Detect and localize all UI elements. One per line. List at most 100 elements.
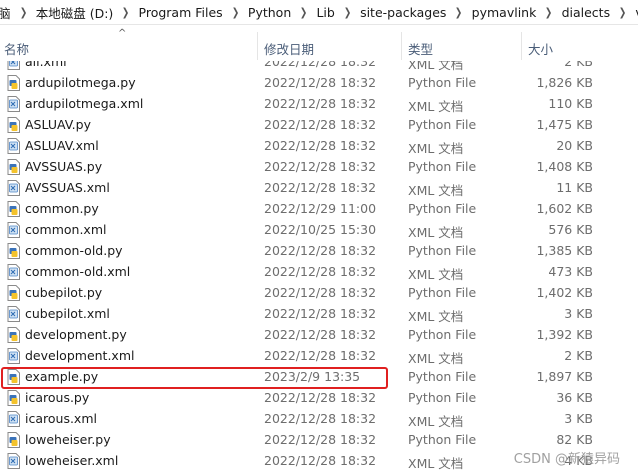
file-row[interactable]: example.py 2023/2/9 13:35 Python File 1,897… xyxy=(0,367,638,388)
xml-file-icon xyxy=(7,411,20,427)
file-date: 2022/12/29 11:00 xyxy=(264,201,377,216)
file-name: example.py xyxy=(25,369,99,384)
file-row[interactable]: ardupilotmega.py 2022/12/28 18:32 Python F… xyxy=(0,73,638,94)
xml-file-icon xyxy=(7,264,20,280)
file-name: icarous.xml xyxy=(25,411,97,426)
file-name: ASLUAV.py xyxy=(25,117,91,132)
breadcrumb-item[interactable]: 本地磁盘 (D:) xyxy=(30,3,120,22)
python-file-icon xyxy=(7,369,20,385)
breadcrumb-item[interactable]: site-packages xyxy=(354,5,452,20)
breadcrumb-item[interactable]: Python xyxy=(242,5,297,20)
file-row[interactable]: ASLUAV.xml 2022/12/28 18:32 XML 文档 20 KB xyxy=(0,136,638,157)
file-type: Python File xyxy=(408,75,477,90)
file-row[interactable]: development.py 2022/12/28 18:32 Python Fil… xyxy=(0,325,638,346)
column-divider[interactable] xyxy=(257,32,258,60)
file-size: 3 KB xyxy=(564,411,593,426)
column-name-header[interactable]: 名称 xyxy=(4,39,29,59)
file-date: 2022/12/28 18:32 xyxy=(264,348,377,363)
file-size: 576 KB xyxy=(548,222,593,237)
file-date: 2022/12/28 18:32 xyxy=(264,96,377,111)
file-row[interactable]: development.xml 2022/12/28 18:32 XML 文档 2 K… xyxy=(0,346,638,367)
sort-ascending-icon: ^ xyxy=(118,28,127,39)
column-header: 名称 修改日期 类型 大小 xyxy=(0,32,638,61)
file-size: 20 KB xyxy=(556,138,593,153)
python-file-icon xyxy=(7,159,20,175)
breadcrumb-item[interactable]: v20 xyxy=(629,5,638,20)
file-size: 1,826 KB xyxy=(536,75,593,90)
breadcrumb-item[interactable]: Program Files xyxy=(133,5,229,20)
file-row[interactable]: ASLUAV.py 2022/12/28 18:32 Python File 1,47… xyxy=(0,115,638,136)
file-row[interactable]: AVSSUAS.xml 2022/12/28 18:32 XML 文档 11 KB xyxy=(0,178,638,199)
file-date: 2022/12/28 18:32 xyxy=(264,180,377,195)
xml-file-icon xyxy=(7,306,20,322)
breadcrumb-item[interactable]: dialects xyxy=(556,5,617,20)
file-size: 473 KB xyxy=(548,264,593,279)
file-date: 2022/12/28 18:32 xyxy=(264,117,377,132)
file-size: 1,602 KB xyxy=(536,201,593,216)
chevron-right-icon[interactable]: ❯ xyxy=(544,6,555,19)
file-date: 2022/12/28 18:32 xyxy=(264,390,377,405)
file-date: 2022/12/28 18:32 xyxy=(264,285,377,300)
file-size: 1,392 KB xyxy=(536,327,593,342)
breadcrumb-item[interactable]: Lib xyxy=(310,5,340,20)
file-type: XML 文档 xyxy=(408,225,464,240)
file-date: 2023/2/9 13:35 xyxy=(264,369,361,384)
xml-file-icon xyxy=(7,138,20,154)
chevron-right-icon[interactable]: ❯ xyxy=(121,6,132,19)
chevron-right-icon[interactable]: ❯ xyxy=(299,6,310,19)
file-type: XML 文档 xyxy=(408,141,464,156)
chevron-right-icon[interactable]: ❯ xyxy=(617,6,628,19)
file-size: 1,402 KB xyxy=(536,285,593,300)
file-date: 2022/12/28 18:32 xyxy=(264,453,377,468)
xml-file-icon xyxy=(7,348,20,364)
file-row[interactable]: common-old.xml 2022/12/28 18:32 XML 文档 473 … xyxy=(0,262,638,283)
file-name: common.xml xyxy=(25,222,107,237)
file-name: cubepilot.py xyxy=(25,285,103,300)
chevron-right-icon[interactable]: ❯ xyxy=(230,6,241,19)
file-date: 2022/10/25 15:30 xyxy=(264,222,377,237)
file-row[interactable]: icarous.py 2022/12/28 18:32 Python File 36 … xyxy=(0,388,638,409)
xml-file-icon xyxy=(7,96,20,112)
file-row[interactable]: AVSSUAS.py 2022/12/28 18:32 Python File 1,4… xyxy=(0,157,638,178)
file-name: loweheiser.xml xyxy=(25,453,119,468)
file-type: Python File xyxy=(408,285,477,300)
file-type: XML 文档 xyxy=(408,99,464,114)
python-file-icon xyxy=(7,285,20,301)
file-name: ASLUAV.xml xyxy=(25,138,99,153)
breadcrumb-item[interactable]: 脑 xyxy=(0,3,17,22)
file-date: 2022/12/28 18:32 xyxy=(264,159,377,174)
file-name: development.xml xyxy=(25,348,135,363)
file-type: Python File xyxy=(408,243,477,258)
chevron-right-icon[interactable]: ❯ xyxy=(342,6,353,19)
file-row[interactable]: common.xml 2022/10/25 15:30 XML 文档 576 KB xyxy=(0,220,638,241)
file-row[interactable]: icarous.xml 2022/12/28 18:32 XML 文档 3 KB xyxy=(0,409,638,430)
file-type: XML 文档 xyxy=(408,456,464,471)
column-divider[interactable] xyxy=(521,32,522,60)
file-size: 36 KB xyxy=(556,390,593,405)
column-type-header[interactable]: 类型 xyxy=(408,39,433,59)
chevron-right-icon[interactable]: ❯ xyxy=(454,6,465,19)
file-row[interactable]: cubepilot.py 2022/12/28 18:32 Python File 1… xyxy=(0,283,638,304)
file-name: AVSSUAS.py xyxy=(25,159,103,174)
file-name: common-old.xml xyxy=(25,264,131,279)
column-date-header[interactable]: 修改日期 xyxy=(264,39,314,59)
file-name: common-old.py xyxy=(25,243,123,258)
file-date: 2022/12/28 18:32 xyxy=(264,264,377,279)
file-row[interactable]: common.py 2022/12/29 11:00 Python File 1,60… xyxy=(0,199,638,220)
file-size: 3 KB xyxy=(564,306,593,321)
file-row[interactable]: ardupilotmega.xml 2022/12/28 18:32 XML 文档 1… xyxy=(0,94,638,115)
breadcrumb-item[interactable]: pymavlink xyxy=(466,5,543,20)
file-row[interactable]: cubepilot.xml 2022/12/28 18:32 XML 文档 3 KB xyxy=(0,304,638,325)
xml-file-icon xyxy=(7,453,20,469)
column-size-header[interactable]: 大小 xyxy=(528,39,553,59)
file-row[interactable]: common-old.py 2022/12/28 18:32 Python File… xyxy=(0,241,638,262)
column-divider[interactable] xyxy=(401,32,402,60)
python-file-icon xyxy=(7,243,20,259)
file-date: 2022/12/28 18:32 xyxy=(264,138,377,153)
chevron-right-icon[interactable]: ❯ xyxy=(18,6,29,19)
file-type: XML 文档 xyxy=(408,414,464,429)
file-name: common.py xyxy=(25,201,99,216)
file-date: 2022/12/28 18:32 xyxy=(264,243,377,258)
file-date: 2022/12/28 18:32 xyxy=(264,306,377,321)
python-file-icon xyxy=(7,201,20,217)
